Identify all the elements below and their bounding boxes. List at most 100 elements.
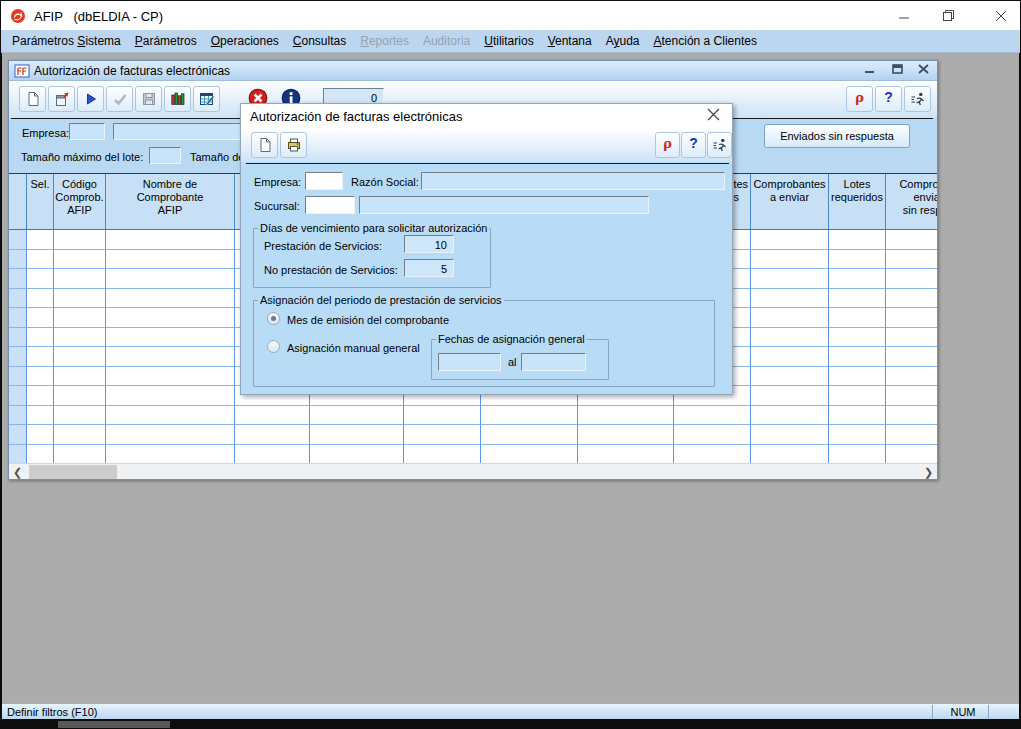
grid-cell[interactable] bbox=[674, 445, 751, 464]
grid-cell[interactable] bbox=[310, 425, 404, 445]
grid-cell[interactable] bbox=[27, 445, 54, 464]
grid-cell[interactable] bbox=[751, 406, 829, 426]
dialog-filter-rho-button[interactable]: ρ bbox=[655, 132, 680, 158]
grid-cell[interactable] bbox=[886, 445, 937, 464]
grid-cell[interactable] bbox=[751, 445, 829, 464]
scroll-left-arrow[interactable]: ❮ bbox=[9, 464, 26, 480]
dialog-print-button[interactable] bbox=[280, 132, 307, 158]
grid-cell[interactable] bbox=[829, 406, 886, 426]
grid-cell[interactable] bbox=[9, 230, 27, 250]
restore-button[interactable] bbox=[934, 5, 964, 27]
filter-rho-button[interactable]: ρ bbox=[846, 86, 873, 112]
grid-cell[interactable] bbox=[27, 406, 54, 426]
grid-cell[interactable] bbox=[27, 347, 54, 367]
grid-cell[interactable] bbox=[829, 367, 886, 387]
tamano-maximo-field[interactable] bbox=[149, 147, 181, 164]
grid-cell[interactable] bbox=[481, 445, 578, 464]
run-button[interactable] bbox=[77, 86, 104, 112]
menu-item-7[interactable]: Ventana bbox=[541, 30, 599, 52]
horizontal-scrollbar[interactable]: ❮ ❯ bbox=[9, 463, 937, 479]
grid-cell[interactable] bbox=[886, 308, 937, 328]
dialog-exit-runner-button[interactable] bbox=[707, 132, 732, 158]
grid-cell[interactable] bbox=[9, 367, 27, 387]
dialog-help-button[interactable]: ? bbox=[681, 132, 706, 158]
grid-cell[interactable] bbox=[751, 328, 829, 348]
grid-cell[interactable] bbox=[106, 269, 235, 289]
grid-cell[interactable] bbox=[829, 250, 886, 270]
grid-cell[interactable] bbox=[751, 230, 829, 250]
grid-cell[interactable] bbox=[9, 289, 27, 309]
grid-cell[interactable] bbox=[751, 367, 829, 387]
grid-cell[interactable] bbox=[751, 289, 829, 309]
grid-cell[interactable] bbox=[27, 230, 54, 250]
grid-cell[interactable] bbox=[404, 445, 481, 464]
grid-cell[interactable] bbox=[54, 445, 106, 464]
child-minimize-button[interactable] bbox=[858, 63, 882, 78]
grid-cell[interactable] bbox=[886, 328, 937, 348]
grid-cell[interactable] bbox=[829, 289, 886, 309]
grid-cell[interactable] bbox=[54, 230, 106, 250]
menu-item-3[interactable]: Consultas bbox=[286, 30, 353, 52]
grid-cell[interactable] bbox=[106, 406, 235, 426]
grid-cell[interactable] bbox=[829, 445, 886, 464]
grid-cell[interactable] bbox=[54, 289, 106, 309]
dialog-sucursal-field[interactable] bbox=[305, 196, 355, 214]
grid-cell[interactable] bbox=[9, 250, 27, 270]
grid-cell[interactable] bbox=[9, 406, 27, 426]
grid-cell[interactable] bbox=[106, 445, 235, 464]
grid-cell[interactable] bbox=[578, 425, 674, 445]
menu-item-0[interactable]: Parámetros Sistema bbox=[5, 30, 128, 52]
save-button[interactable] bbox=[135, 86, 162, 112]
grid-cell[interactable] bbox=[106, 250, 235, 270]
grid-cell[interactable] bbox=[886, 386, 937, 406]
close-button[interactable] bbox=[986, 5, 1016, 27]
dialog-empresa-field[interactable] bbox=[305, 172, 343, 190]
grid-cell[interactable] bbox=[54, 269, 106, 289]
grid-cell[interactable] bbox=[829, 328, 886, 348]
grid-cell[interactable] bbox=[829, 269, 886, 289]
grid-cell[interactable] bbox=[106, 386, 235, 406]
enviados-sin-respuesta-button[interactable]: Enviados sin respuesta bbox=[764, 124, 910, 148]
grid-cell[interactable] bbox=[27, 328, 54, 348]
grid-cell[interactable] bbox=[235, 445, 310, 464]
menu-item-8[interactable]: Ayuda bbox=[599, 30, 647, 52]
help-button[interactable]: ? bbox=[875, 86, 902, 112]
grid-cell[interactable] bbox=[829, 425, 886, 445]
confirm-button[interactable] bbox=[106, 86, 133, 112]
grid-cell[interactable] bbox=[106, 308, 235, 328]
scroll-thumb[interactable] bbox=[29, 465, 117, 479]
grid-cell[interactable] bbox=[886, 406, 937, 426]
no-prestacion-value-field[interactable]: 5 bbox=[404, 259, 454, 277]
menu-item-9[interactable]: Atención a Clientes bbox=[647, 30, 764, 52]
prestacion-value-field[interactable]: 10 bbox=[404, 235, 454, 253]
grid-cell[interactable] bbox=[674, 425, 751, 445]
grid-cell[interactable] bbox=[751, 347, 829, 367]
grid-cell[interactable] bbox=[751, 250, 829, 270]
grid-cell[interactable] bbox=[27, 289, 54, 309]
grid-cell[interactable] bbox=[9, 328, 27, 348]
exit-runner-button[interactable] bbox=[904, 86, 931, 112]
grid-cell[interactable] bbox=[54, 250, 106, 270]
radio-asignacion-manual[interactable] bbox=[267, 340, 280, 353]
grid-cell[interactable] bbox=[27, 308, 54, 328]
grid-cell[interactable] bbox=[106, 328, 235, 348]
grid-cell[interactable] bbox=[27, 386, 54, 406]
grid-cell[interactable] bbox=[886, 367, 937, 387]
empresa-code-field[interactable] bbox=[69, 123, 105, 140]
grid-cell[interactable] bbox=[829, 230, 886, 250]
grid-cell[interactable] bbox=[54, 367, 106, 387]
grid-cell[interactable] bbox=[751, 269, 829, 289]
child-restore-button[interactable] bbox=[886, 63, 910, 78]
dialog-titlebar[interactable]: Autorización de facturas electrónicas bbox=[241, 104, 732, 129]
grid-cell[interactable] bbox=[27, 269, 54, 289]
grid-cell[interactable] bbox=[54, 425, 106, 445]
grid-cell[interactable] bbox=[235, 406, 310, 426]
grid-edit-button[interactable] bbox=[193, 86, 220, 112]
grid-cell[interactable] bbox=[106, 425, 235, 445]
grid-cell[interactable] bbox=[886, 347, 937, 367]
grid-cell[interactable] bbox=[481, 406, 578, 426]
grid-cell[interactable] bbox=[886, 269, 937, 289]
radio-mes-emision[interactable] bbox=[267, 312, 280, 325]
child-window-titlebar[interactable]: Autorización de facturas electrónicas bbox=[9, 61, 937, 81]
grid-cell[interactable] bbox=[751, 308, 829, 328]
